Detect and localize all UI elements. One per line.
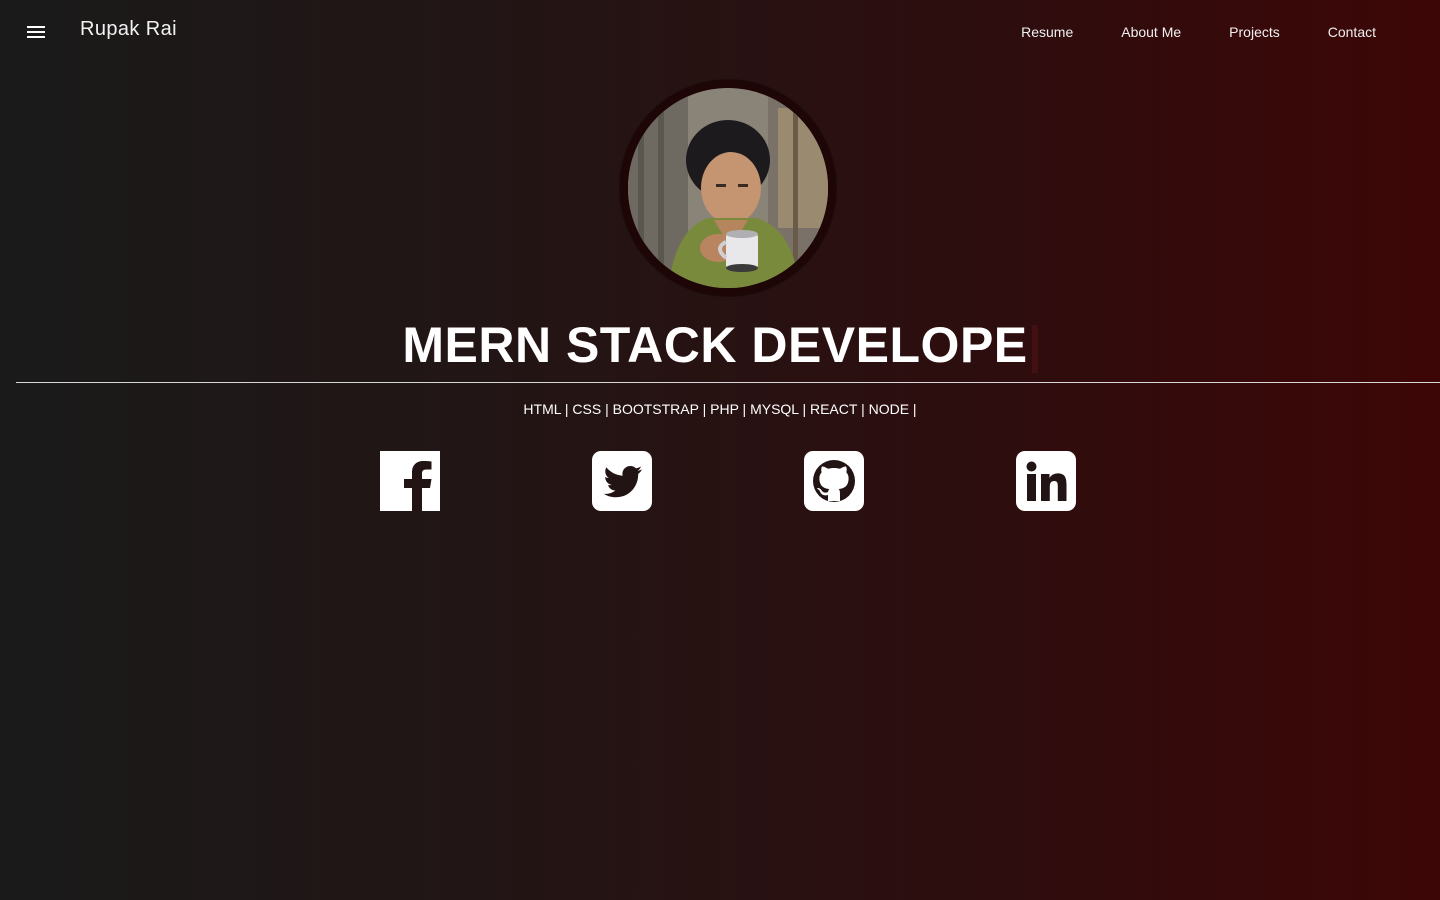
avatar xyxy=(628,88,828,288)
facebook-link[interactable] xyxy=(380,451,440,511)
nav-link-projects[interactable]: Projects xyxy=(1205,24,1304,40)
hero-headline-text: MERN STACK DEVELOPE xyxy=(402,317,1028,373)
facebook-icon xyxy=(380,451,440,511)
navbar: Rupak Rai Resume About Me Projects Conta… xyxy=(0,0,1440,64)
nav-link-about-me[interactable]: About Me xyxy=(1097,24,1205,40)
linkedin-link[interactable] xyxy=(1016,451,1076,511)
linkedin-icon xyxy=(1016,451,1076,511)
hero-headline: MERN STACK DEVELOPE xyxy=(0,316,1440,374)
nav-links: Resume About Me Projects Contact xyxy=(997,0,1400,64)
brand-logo[interactable]: Rupak Rai xyxy=(80,18,177,41)
github-link[interactable] xyxy=(804,451,864,511)
skills-list: HTML | CSS | BOOTSTRAP | PHP | MYSQL | R… xyxy=(523,401,917,417)
nav-link-resume[interactable]: Resume xyxy=(997,24,1097,40)
nav-link-contact[interactable]: Contact xyxy=(1304,24,1400,40)
avatar-frame xyxy=(620,80,836,296)
divider xyxy=(16,382,1440,383)
twitter-link[interactable] xyxy=(592,451,652,511)
typing-cursor xyxy=(1031,324,1038,373)
hamburger-menu-icon[interactable] xyxy=(24,20,48,44)
twitter-icon xyxy=(592,451,652,511)
github-icon xyxy=(804,451,864,511)
